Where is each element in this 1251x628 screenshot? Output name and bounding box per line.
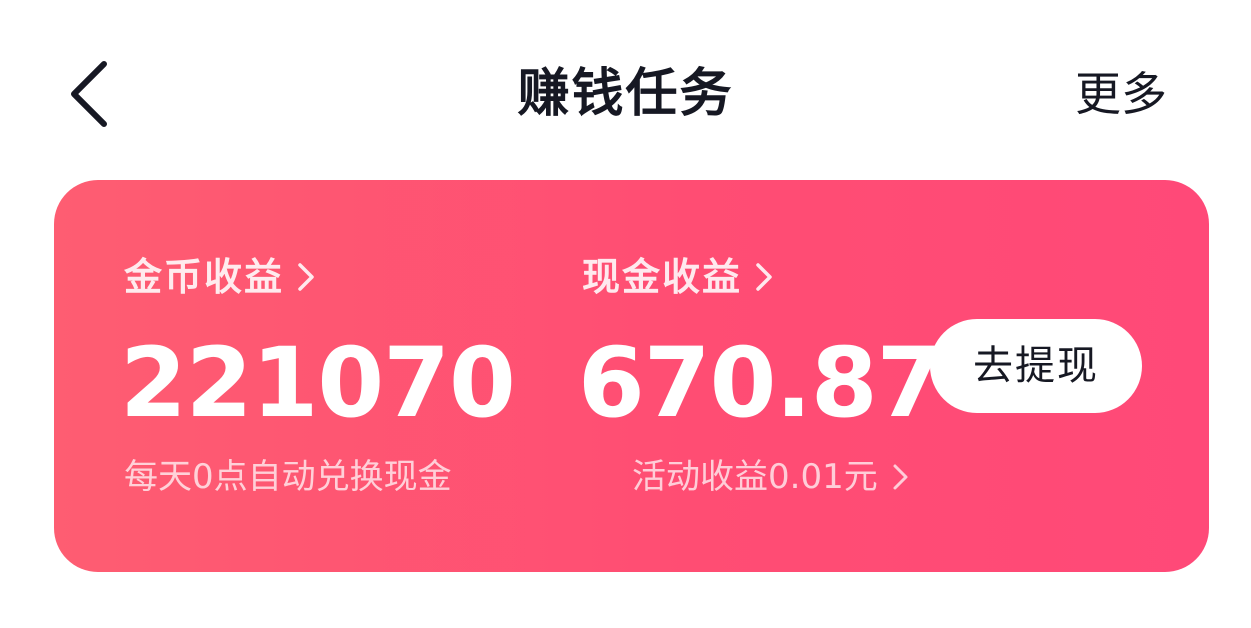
coin-exchange-note: 每天0点自动兑换现金 (124, 457, 452, 497)
chevron-right-icon (298, 263, 314, 291)
earnings-card: 金币收益 221070 每天0点自动兑换现金 现金收益 670.87 活动收益0… (54, 180, 1209, 572)
chevron-right-icon (756, 263, 772, 291)
coin-balance: 221070 (120, 327, 516, 439)
more-button[interactable]: 更多 (1075, 64, 1167, 124)
cash-earnings-link[interactable]: 现金收益 (582, 252, 774, 302)
chevron-right-icon (893, 464, 908, 490)
withdraw-button[interactable]: 去提现 (930, 319, 1142, 413)
activity-earnings-link[interactable]: 活动收益0.01元 (632, 454, 910, 500)
page-title: 赚钱任务 (517, 64, 734, 124)
coin-earnings-label: 金币收益 (124, 255, 285, 299)
cash-balance: 670.87 (578, 327, 943, 439)
top-nav-bar: 赚钱任务 更多 (0, 0, 1251, 180)
earn-tasks-page: 赚钱任务 更多 金币收益 221070 每天0点自动兑换现金 现金收益 670.… (0, 0, 1251, 628)
cash-earnings-label: 现金收益 (582, 255, 743, 299)
coin-earnings-link[interactable]: 金币收益 (124, 252, 316, 302)
activity-earnings-label: 活动收益0.01元 (632, 457, 878, 497)
